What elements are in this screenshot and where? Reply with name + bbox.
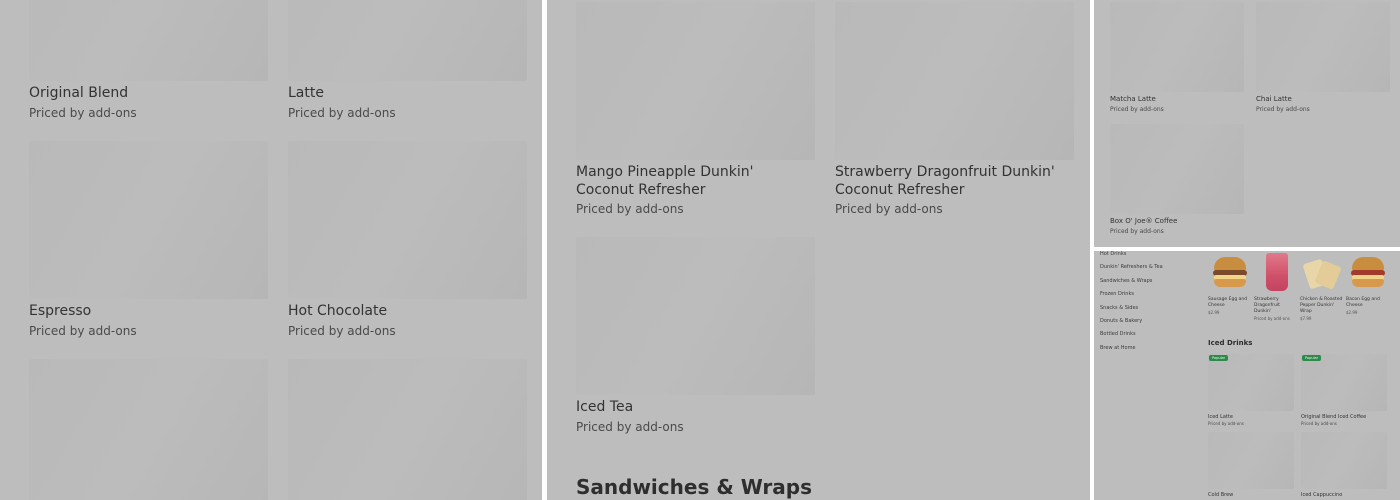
item-image — [576, 2, 815, 160]
sandwich-image — [1348, 253, 1388, 293]
refreshers-panel: Mango Pineapple Dunkin' Coconut Refreshe… — [547, 0, 1090, 500]
featured-item[interactable]: Chicken & Roasted Pepper Dunkin' Wrap $7… — [1300, 253, 1344, 321]
sidebar-item-frozen-drinks[interactable]: Frozen Drinks — [1100, 291, 1180, 304]
item-name: Cold Brew — [1208, 492, 1234, 498]
item-image — [1256, 2, 1390, 92]
item-price: Priced by add-ons — [29, 105, 137, 120]
popular-badge: Popular — [1209, 355, 1229, 361]
item-image — [288, 141, 527, 299]
item-price: $2.99 — [1346, 309, 1358, 315]
item-image: Popular — [1301, 354, 1387, 411]
sidebar-item-bottled-drinks[interactable]: Bottled Drinks — [1100, 331, 1180, 344]
menu-item-card[interactable]: Original Blend Priced by add-ons — [29, 0, 268, 120]
item-price: Priced by add-ons — [1256, 105, 1310, 113]
menu-item-card[interactable]: Popular Original Blend Iced Coffee Price… — [1301, 354, 1387, 426]
item-price: $7.99 — [1300, 315, 1312, 321]
item-price: Priced by add-ons — [576, 419, 684, 434]
item-price: Priced by add-ons — [1254, 315, 1290, 321]
item-price: Priced by add-ons — [1110, 227, 1164, 235]
sidebar-item-brew-at-home[interactable]: Brew at Home — [1100, 345, 1180, 358]
item-name: Box O' Joe® Coffee — [1110, 217, 1178, 225]
featured-item[interactable]: Sausage Egg and Cheese $2.99 — [1208, 253, 1252, 315]
item-image — [1208, 432, 1294, 489]
menu-item-card[interactable]: Chai Latte Priced by add-ons — [1256, 2, 1390, 113]
sidebar-item-refreshers[interactable]: Dunkin' Refreshers & Tea — [1100, 264, 1180, 277]
item-image — [576, 237, 815, 395]
item-name: Hot Chocolate — [288, 303, 388, 319]
menu-item-card[interactable]: Latte Priced by add-ons — [288, 0, 527, 120]
item-price: Priced by add-ons — [29, 323, 137, 338]
item-price: Priced by add-ons — [1301, 421, 1337, 427]
menu-item-card[interactable]: Iced Tea Priced by add-ons — [576, 237, 815, 434]
item-image — [1110, 2, 1244, 92]
featured-item[interactable]: Strawberry Dragonfruit Dunkin' Priced by… — [1254, 251, 1298, 321]
lattes-panel: Matcha Latte Priced by add-ons Chai Latt… — [1094, 0, 1400, 247]
item-name: Strawberry Dragonfruit Dunkin' Coconut R… — [835, 164, 1055, 198]
menu-item-card[interactable] — [29, 359, 268, 500]
item-name: Sausage Egg and Cheese — [1208, 297, 1248, 308]
item-image: Popular — [1208, 354, 1294, 411]
menu-item-card[interactable]: Strawberry Dragonfruit Dunkin' Coconut R… — [835, 2, 1074, 216]
item-name: Strawberry Dragonfruit Dunkin' — [1254, 297, 1280, 314]
item-name: Original Blend — [29, 85, 129, 101]
section-heading: Iced Drinks — [1208, 339, 1253, 347]
popular-badge: Popular — [1302, 355, 1322, 361]
sidebar-item-donuts[interactable]: Donuts & Bakery — [1100, 318, 1180, 331]
item-name: Espresso — [29, 303, 92, 319]
item-price: Priced by add-ons — [288, 323, 396, 338]
item-name: Matcha Latte — [1110, 95, 1156, 103]
item-image — [288, 359, 527, 500]
wrap-image — [1302, 253, 1342, 293]
item-name: Original Blend Iced Coffee — [1301, 414, 1367, 420]
menu-item-card[interactable]: Mango Pineapple Dunkin' Coconut Refreshe… — [576, 2, 815, 216]
menu-overview-panel: Hot Drinks Dunkin' Refreshers & Tea Sand… — [1094, 251, 1400, 500]
item-price: Priced by add-ons — [1208, 421, 1244, 427]
section-heading: Sandwiches & Wraps — [576, 475, 813, 499]
menu-item-card[interactable]: Iced Cappuccino — [1301, 432, 1387, 498]
menu-item-card[interactable]: Hot Chocolate Priced by add-ons — [288, 141, 527, 338]
menu-item-card[interactable]: Cold Brew — [1208, 432, 1294, 498]
item-image — [29, 141, 268, 299]
item-image — [288, 0, 527, 81]
item-image — [1301, 432, 1387, 489]
hot-drinks-panel: Original Blend Priced by add-ons Latte P… — [0, 0, 542, 500]
item-image — [1110, 124, 1244, 214]
menu-item-card[interactable]: Espresso Priced by add-ons — [29, 141, 268, 338]
item-name: Iced Tea — [576, 399, 634, 415]
item-name: Iced Cappuccino — [1301, 492, 1343, 498]
item-name: Mango Pineapple Dunkin' Coconut Refreshe… — [576, 164, 754, 198]
sidebar-item-sandwiches[interactable]: Sandwiches & Wraps — [1100, 278, 1180, 291]
item-image — [29, 0, 268, 81]
item-image — [835, 2, 1074, 160]
category-sidebar: Hot Drinks Dunkin' Refreshers & Tea Sand… — [1100, 251, 1180, 358]
drink-image — [1256, 251, 1296, 293]
item-price: Priced by add-ons — [576, 202, 684, 216]
item-price: Priced by add-ons — [835, 202, 943, 216]
menu-item-card[interactable]: Popular Iced Latte Priced by add-ons — [1208, 354, 1294, 426]
item-price: Priced by add-ons — [1110, 105, 1164, 113]
sandwich-image — [1210, 253, 1250, 293]
menu-item-card[interactable]: Box O' Joe® Coffee Priced by add-ons — [1110, 124, 1244, 235]
sidebar-item-snacks[interactable]: Snacks & Sides — [1100, 305, 1180, 318]
item-image — [29, 359, 268, 500]
item-name: Latte — [288, 85, 324, 101]
item-name: Bacon Egg and Cheese — [1346, 297, 1380, 308]
item-price: $2.99 — [1208, 309, 1220, 315]
sidebar-item-hot-drinks[interactable]: Hot Drinks — [1100, 251, 1180, 264]
item-name: Chicken & Roasted Pepper Dunkin' Wrap — [1300, 297, 1343, 314]
item-price: Priced by add-ons — [288, 105, 396, 120]
item-name: Iced Latte — [1208, 414, 1233, 420]
featured-item[interactable]: Bacon Egg and Cheese $2.99 — [1346, 253, 1390, 315]
item-name: Chai Latte — [1256, 95, 1292, 103]
menu-item-card[interactable]: Matcha Latte Priced by add-ons — [1110, 2, 1244, 113]
menu-item-card[interactable] — [288, 359, 527, 500]
